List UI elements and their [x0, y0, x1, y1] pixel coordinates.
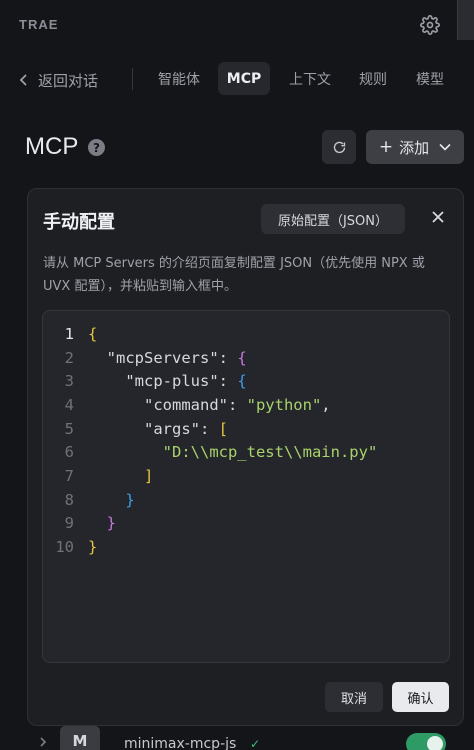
add-label: 添加: [399, 138, 430, 157]
plus-icon: +: [378, 137, 394, 157]
code-line: 4 "command": "python",: [43, 393, 449, 417]
server-avatar: M: [60, 726, 100, 750]
code-line: 5 "args": [: [43, 417, 449, 441]
line-number: 2: [64, 348, 74, 367]
close-icon[interactable]: [430, 209, 446, 225]
code-line: 1 {: [43, 322, 449, 346]
tab-mcp[interactable]: MCP: [218, 62, 270, 95]
chevron-down-icon: [439, 143, 451, 151]
tab-rules[interactable]: 规则: [350, 62, 396, 95]
refresh-icon: [333, 141, 345, 153]
code-line: 7 ]: [43, 464, 449, 488]
server-name: minimax-mcp-js: [124, 736, 237, 750]
code-text: {: [88, 324, 98, 343]
code-text: "args": [: [88, 419, 228, 438]
app-name: TRAE: [19, 17, 59, 32]
code-line: 9 }: [43, 512, 449, 536]
window-edge-handle: [457, 0, 474, 40]
confirm-button[interactable]: 确认: [392, 682, 449, 712]
tab-models[interactable]: 模型: [406, 62, 454, 95]
tab-agents[interactable]: 智能体: [147, 62, 211, 95]
check-icon: ✓: [250, 737, 261, 750]
line-number: 10: [55, 538, 74, 557]
code-text: ]: [144, 466, 154, 485]
code-text: "mcp-plus": {: [88, 372, 247, 391]
line-number: 5: [64, 419, 74, 438]
line-number: 9: [64, 514, 74, 533]
code-text: "command": "python",: [88, 395, 331, 414]
line-number: 1: [64, 324, 74, 343]
page-title: MCP: [25, 133, 79, 160]
dialog-description: 请从 MCP Servers 的介绍页面复制配置 JSON（优先使用 NPX 或…: [43, 256, 425, 294]
dialog-title: 手动配置: [43, 212, 115, 233]
raw-config-button[interactable]: 原始配置（JSON）: [261, 204, 405, 234]
server-enable-toggle[interactable]: [406, 733, 446, 750]
cancel-button[interactable]: 取消: [325, 682, 383, 712]
code-line: 8 }: [43, 488, 449, 512]
code-text: "mcpServers": {: [88, 348, 247, 367]
code-line: 6 "D:\\mcp_test\\main.py": [43, 440, 449, 464]
code-text: }: [106, 514, 117, 533]
code-text: }: [125, 490, 135, 509]
nav-divider: [132, 68, 133, 90]
code-line: 10 }: [43, 535, 449, 559]
code-text: "D:\\mcp_test\\main.py": [162, 443, 378, 462]
gear-icon[interactable]: [420, 15, 440, 35]
back-to-chat-button[interactable]: 返回对话: [18, 68, 98, 92]
code-text: }: [88, 538, 98, 557]
line-number: 4: [64, 395, 74, 414]
help-icon[interactable]: ?: [88, 139, 105, 156]
line-number: 8: [64, 490, 74, 509]
refresh-button[interactable]: [322, 130, 356, 164]
chevron-left-icon: [19, 74, 27, 86]
line-number: 6: [64, 443, 74, 462]
code-line: 2 "mcpServers": {: [43, 346, 449, 370]
line-number: 7: [64, 466, 74, 485]
manual-config-dialog: 手动配置 原始配置（JSON） 请从 MCP Servers 的介绍页面复制配置…: [27, 188, 464, 726]
line-number: 3: [64, 372, 74, 391]
json-editor[interactable]: 1 { 2 "mcpServers": { 3 "mcp-plus": { 4 …: [42, 310, 450, 663]
chevron-right-icon[interactable]: [38, 737, 48, 747]
back-label: 返回对话: [38, 71, 99, 90]
tab-context[interactable]: 上下文: [280, 62, 340, 95]
code-line: 3 "mcp-plus": {: [43, 369, 449, 393]
add-button[interactable]: + 添加: [366, 130, 464, 164]
